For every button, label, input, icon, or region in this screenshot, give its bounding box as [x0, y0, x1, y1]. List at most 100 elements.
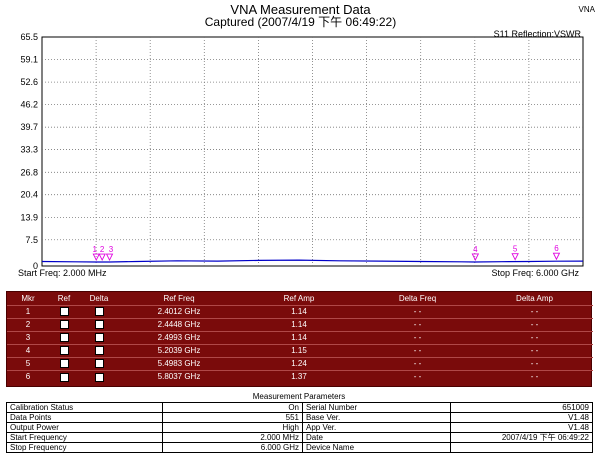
param-label: Data Points: [6, 412, 163, 423]
series-line: [41, 259, 584, 263]
delta-amp: - -: [476, 331, 593, 345]
marker-number: 4: [7, 344, 49, 358]
ref-freq: 2.4993 GHz: [119, 331, 239, 345]
marker-number: 5: [7, 357, 49, 371]
param-value: 2007/4/19 下午 06:49:22: [450, 432, 593, 443]
param-value: High: [162, 422, 303, 433]
ref-amp: 1.14: [239, 318, 359, 332]
marker-label: 6: [554, 244, 559, 253]
y-tick-label: 59.1: [20, 54, 38, 64]
delta-checkbox[interactable]: [79, 331, 119, 345]
param-value: 551: [162, 412, 303, 423]
marker-table: Mkr Ref Delta Ref Freq Ref Amp Delta Fre…: [7, 292, 593, 384]
col-header-ref-amp: Ref Amp: [283, 294, 315, 303]
marker-layer: 123 4 5 6: [92, 244, 561, 262]
col-header-delta: Delta: [89, 294, 109, 303]
delta-amp: - -: [476, 370, 593, 384]
marker-label: 2: [100, 245, 105, 254]
ref-freq: 2.4448 GHz: [119, 318, 239, 332]
marker-label: 4: [473, 245, 478, 254]
params-table: Calibration Status On Serial Number 6510…: [6, 402, 593, 453]
start-freq-label: Start Freq: 2.000 MHz: [18, 268, 107, 278]
params-title: Measurement Parameters: [252, 392, 346, 401]
y-tick-label: 20.4: [20, 190, 38, 200]
ref-freq: 5.2039 GHz: [119, 344, 239, 358]
table-row: Calibration Status On Serial Number 6510…: [6, 402, 593, 413]
delta-freq: - -: [359, 370, 476, 384]
param-label: Serial Number: [302, 402, 451, 413]
delta-amp: - -: [476, 318, 593, 332]
ref-freq: 2.4012 GHz: [119, 305, 239, 319]
marker-label: 5: [513, 245, 518, 254]
param-label: Start Frequency: [6, 432, 163, 443]
y-tick-label: 39.7: [20, 122, 38, 132]
delta-freq: - -: [359, 331, 476, 345]
y-tick-label: 7.5: [25, 235, 38, 245]
table-row: Data Points 551 Base Ver. V1.48: [6, 412, 593, 423]
table-row: Output Power High App Ver. V1.48: [6, 422, 593, 433]
delta-freq: - -: [359, 344, 476, 358]
delta-checkbox[interactable]: [79, 357, 119, 371]
param-label: Output Power: [6, 422, 163, 433]
ref-checkbox[interactable]: [49, 318, 79, 332]
param-label: Calibration Status: [6, 402, 163, 413]
marker-table-header: Mkr Ref Delta Ref Freq Ref Amp Delta Fre…: [7, 292, 593, 306]
marker-number: 3: [7, 331, 49, 345]
param-label: Base Ver.: [302, 412, 451, 423]
y-tick-label: 46.2: [20, 99, 38, 109]
y-tick-label: 65.5: [20, 32, 38, 42]
param-value: V1.48: [450, 412, 593, 423]
y-tick-label: 33.3: [20, 145, 38, 155]
ref-checkbox[interactable]: [49, 344, 79, 358]
delta-freq: - -: [359, 318, 476, 332]
marker-table-panel: Mkr Ref Delta Ref Freq Ref Amp Delta Fre…: [6, 291, 593, 387]
measurement-parameters: Measurement Parameters Calibration Statu…: [6, 391, 593, 453]
marker-triangle: [92, 253, 100, 262]
ref-checkbox[interactable]: [49, 357, 79, 371]
param-value: V1.48: [450, 422, 593, 433]
ref-amp: 1.14: [239, 305, 359, 319]
marker-triangle: [471, 253, 480, 261]
table-row: 4 5.2039 GHz 1.15 - - - -: [7, 344, 593, 358]
table-row: 1 2.4012 GHz 1.14 - - - -: [7, 305, 593, 319]
delta-checkbox[interactable]: [79, 370, 119, 384]
y-axis-ticks: 65.559.152.646.239.733.326.820.413.97.50: [20, 32, 38, 271]
ref-checkbox[interactable]: [49, 331, 79, 345]
marker-label: 3: [109, 245, 114, 254]
marker-number: 2: [7, 318, 49, 332]
ref-checkbox[interactable]: [49, 370, 79, 384]
marker-number: 1: [7, 305, 49, 319]
y-tick-label: 13.9: [20, 212, 38, 222]
ref-freq: 5.4983 GHz: [119, 357, 239, 371]
table-row: 6 5.8037 GHz 1.37 - - - -: [7, 370, 593, 384]
delta-freq: - -: [359, 357, 476, 371]
col-header-delta-freq: Delta Freq: [398, 294, 437, 303]
delta-amp: - -: [476, 344, 593, 358]
ref-freq: 5.8037 GHz: [119, 370, 239, 384]
table-row: Start Frequency 2.000 MHz Date 2007/4/19…: [6, 432, 593, 443]
table-row: Stop Frequency 6.000 GHz Device Name: [6, 442, 593, 453]
marker-triangle: [552, 252, 561, 261]
ref-amp: 1.37: [239, 370, 359, 384]
marker-triangle: [105, 253, 114, 262]
delta-checkbox[interactable]: [79, 305, 119, 319]
vswr-chart: 65.559.152.646.239.733.326.820.413.97.50…: [20, 32, 584, 271]
param-label: App Ver.: [302, 422, 451, 433]
ref-checkbox[interactable]: [49, 305, 79, 319]
marker-label: 1: [93, 245, 98, 254]
table-row: 3 2.4993 GHz 1.14 - - - -: [7, 331, 593, 345]
chart-grid: [41, 36, 584, 267]
param-label: Date: [302, 432, 451, 443]
param-value: [450, 442, 593, 453]
ref-amp: 1.24: [239, 357, 359, 371]
marker-number: 6: [7, 370, 49, 384]
col-header-ref: Ref: [57, 294, 71, 303]
delta-checkbox[interactable]: [79, 344, 119, 358]
delta-freq: - -: [359, 305, 476, 319]
table-row: 5 5.4983 GHz 1.24 - - - -: [7, 357, 593, 371]
stop-freq-label: Stop Freq: 6.000 GHz: [491, 268, 579, 278]
delta-checkbox[interactable]: [79, 318, 119, 332]
table-row: 2 2.4448 GHz 1.14 - - - -: [7, 318, 593, 332]
col-header-delta-amp: Delta Amp: [516, 294, 553, 303]
param-value: On: [162, 402, 303, 413]
